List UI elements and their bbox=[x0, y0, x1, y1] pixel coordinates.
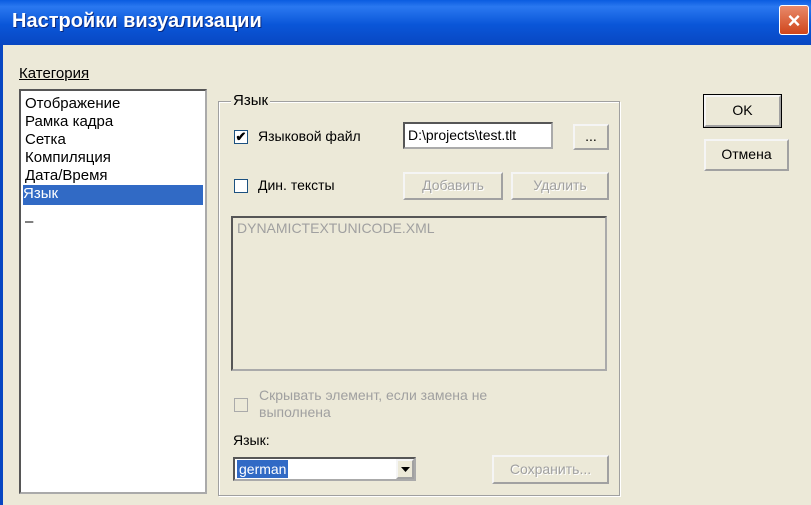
language-label: Язык: bbox=[233, 432, 270, 448]
category-list[interactable]: Отображение Рамка кадра Сетка Компиляция… bbox=[19, 89, 207, 494]
language-file-label: Языковой файл bbox=[258, 128, 361, 144]
dyn-file-item[interactable]: DYNAMICTEXTUNICODE.XML bbox=[237, 220, 601, 236]
dropdown-arrow-button[interactable] bbox=[396, 459, 414, 479]
window-title: Настройки визуализации bbox=[12, 10, 262, 32]
hide-element-label-line1: Скрывать элемент, если замена не bbox=[259, 387, 488, 403]
category-label-text: Категория bbox=[19, 65, 90, 82]
add-button[interactable]: Добавить bbox=[403, 172, 503, 200]
category-item-display[interactable]: Отображение bbox=[25, 95, 120, 115]
category-label: Категория bbox=[19, 65, 89, 82]
close-icon: × bbox=[787, 8, 801, 33]
language-file-checkbox[interactable]: ✔ bbox=[234, 130, 248, 144]
language-select-value: german bbox=[237, 460, 289, 478]
cancel-button[interactable]: Отмена bbox=[704, 139, 789, 171]
dyn-files-list[interactable]: DYNAMICTEXTUNICODE.XML bbox=[231, 216, 607, 371]
category-item-frame[interactable]: Рамка кадра bbox=[25, 113, 113, 133]
dyn-texts-checkbox[interactable] bbox=[234, 179, 248, 193]
title-bar: Настройки визуализации × bbox=[0, 0, 811, 45]
ok-button[interactable]: OK bbox=[703, 94, 782, 128]
language-file-path-input[interactable]: D:\projects\test.tlt bbox=[403, 122, 553, 149]
close-button[interactable]: × bbox=[779, 5, 809, 35]
save-button[interactable]: Сохранить... bbox=[492, 455, 609, 484]
language-group-title: Язык bbox=[231, 92, 271, 109]
hide-element-label-line2: выполнена bbox=[259, 404, 331, 420]
language-select[interactable]: german bbox=[233, 457, 416, 481]
hide-element-checkbox[interactable] bbox=[234, 398, 248, 412]
delete-button[interactable]: Удалить bbox=[511, 172, 609, 200]
dyn-texts-label: Дин. тексты bbox=[258, 177, 335, 193]
category-item-datetime[interactable]: Дата/Время bbox=[25, 167, 108, 187]
category-item-language[interactable]: Язык bbox=[23, 185, 203, 205]
browse-button[interactable]: ... bbox=[573, 124, 609, 150]
hide-element-label: Скрывать элемент, если замена не выполне… bbox=[259, 387, 487, 421]
chevron-down-icon bbox=[401, 467, 410, 472]
category-item-other[interactable]: – bbox=[25, 213, 33, 233]
language-label-text: Язык: bbox=[233, 432, 270, 448]
category-item-compilation[interactable]: Компиляция bbox=[25, 149, 111, 169]
category-item-grid[interactable]: Сетка bbox=[25, 131, 66, 151]
